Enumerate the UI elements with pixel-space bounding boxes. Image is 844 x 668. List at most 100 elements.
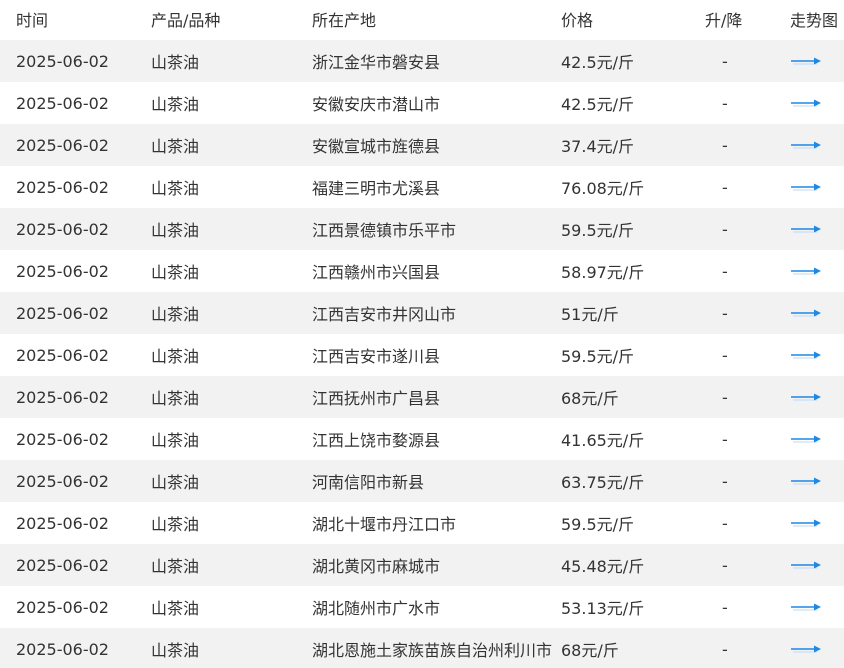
row-date: 2025-06-02	[16, 387, 109, 407]
row-location: 江西赣州市兴国县	[312, 263, 441, 282]
row-location: 江西景德镇市乐平市	[312, 221, 457, 240]
header-product: 产品/品种	[151, 11, 221, 30]
row-date: 2025-06-02	[16, 135, 109, 155]
row-price: 59.5元/斤	[561, 347, 635, 366]
table-row: 2025-06-02 山茶油 江西吉安市井冈山市 51元/斤 -	[0, 292, 844, 334]
row-trend-link[interactable]	[790, 292, 822, 334]
row-price: 45.48元/斤	[561, 557, 645, 576]
arrow-right-icon[interactable]	[790, 560, 822, 570]
row-price: 59.5元/斤	[561, 515, 635, 534]
arrow-right-icon[interactable]	[790, 98, 822, 108]
row-product: 山茶油	[151, 641, 200, 660]
arrow-right-icon[interactable]	[790, 140, 822, 150]
row-trend-link[interactable]	[790, 502, 822, 544]
row-change: -	[722, 135, 728, 155]
table-header: 时间 产品/品种 所在产地 价格 升/降 走势图	[0, 0, 844, 40]
row-date: 2025-06-02	[16, 471, 109, 491]
row-product: 山茶油	[151, 599, 200, 618]
row-trend-link[interactable]	[790, 124, 822, 166]
row-product: 山茶油	[151, 305, 200, 324]
row-date: 2025-06-02	[16, 177, 109, 197]
row-trend-link[interactable]	[790, 250, 822, 292]
row-location: 湖北黄冈市麻城市	[312, 557, 441, 576]
row-product: 山茶油	[151, 557, 200, 576]
row-trend-link[interactable]	[790, 460, 822, 502]
arrow-right-icon[interactable]	[790, 602, 822, 612]
row-date: 2025-06-02	[16, 261, 109, 281]
row-date: 2025-06-02	[16, 513, 109, 533]
row-location: 江西上饶市婺源县	[312, 431, 441, 450]
row-change: -	[722, 51, 728, 71]
row-date: 2025-06-02	[16, 639, 109, 659]
row-change: -	[722, 93, 728, 113]
row-change: -	[722, 303, 728, 323]
row-location: 河南信阳市新县	[312, 473, 425, 492]
table-row: 2025-06-02 山茶油 江西吉安市遂川县 59.5元/斤 -	[0, 334, 844, 376]
header-trend: 走势图	[790, 11, 839, 30]
row-price: 63.75元/斤	[561, 473, 645, 492]
arrow-right-icon[interactable]	[790, 392, 822, 402]
row-price: 42.5元/斤	[561, 53, 635, 72]
row-product: 山茶油	[151, 389, 200, 408]
row-trend-link[interactable]	[790, 586, 822, 628]
arrow-right-icon[interactable]	[790, 56, 822, 66]
row-trend-link[interactable]	[790, 208, 822, 250]
table-row: 2025-06-02 山茶油 湖北黄冈市麻城市 45.48元/斤 -	[0, 544, 844, 586]
row-trend-link[interactable]	[790, 544, 822, 586]
header-location: 所在产地	[312, 11, 377, 30]
arrow-right-icon[interactable]	[790, 434, 822, 444]
row-change: -	[722, 429, 728, 449]
row-trend-link[interactable]	[790, 166, 822, 208]
row-product: 山茶油	[151, 473, 200, 492]
row-location: 江西吉安市井冈山市	[312, 305, 457, 324]
row-product: 山茶油	[151, 431, 200, 450]
row-price: 76.08元/斤	[561, 179, 645, 198]
row-price: 68元/斤	[561, 641, 619, 660]
arrow-right-icon[interactable]	[790, 266, 822, 276]
header-time: 时间	[16, 11, 49, 30]
row-price: 59.5元/斤	[561, 221, 635, 240]
arrow-right-icon[interactable]	[790, 182, 822, 192]
table-row: 2025-06-02 山茶油 湖北十堰市丹江口市 59.5元/斤 -	[0, 502, 844, 544]
row-product: 山茶油	[151, 221, 200, 240]
row-change: -	[722, 597, 728, 617]
row-location: 安徽安庆市潜山市	[312, 95, 441, 114]
row-change: -	[722, 261, 728, 281]
row-trend-link[interactable]	[790, 628, 822, 668]
row-trend-link[interactable]	[790, 334, 822, 376]
arrow-right-icon[interactable]	[790, 224, 822, 234]
row-location: 湖北十堰市丹江口市	[312, 515, 457, 534]
row-date: 2025-06-02	[16, 219, 109, 239]
row-trend-link[interactable]	[790, 40, 822, 82]
arrow-right-icon[interactable]	[790, 644, 822, 654]
row-price: 42.5元/斤	[561, 95, 635, 114]
row-change: -	[722, 177, 728, 197]
arrow-right-icon[interactable]	[790, 518, 822, 528]
arrow-right-icon[interactable]	[790, 350, 822, 360]
arrow-right-icon[interactable]	[790, 476, 822, 486]
row-location: 湖北恩施土家族苗族自治州利川市	[312, 641, 553, 660]
row-trend-link[interactable]	[790, 418, 822, 460]
row-location: 福建三明市尤溪县	[312, 179, 441, 198]
table-row: 2025-06-02 山茶油 江西景德镇市乐平市 59.5元/斤 -	[0, 208, 844, 250]
row-trend-link[interactable]	[790, 82, 822, 124]
row-date: 2025-06-02	[16, 93, 109, 113]
row-product: 山茶油	[151, 137, 200, 156]
table-row: 2025-06-02 山茶油 江西上饶市婺源县 41.65元/斤 -	[0, 418, 844, 460]
row-trend-link[interactable]	[790, 376, 822, 418]
table-row: 2025-06-02 山茶油 江西赣州市兴国县 58.97元/斤 -	[0, 250, 844, 292]
row-date: 2025-06-02	[16, 555, 109, 575]
row-location: 湖北随州市广水市	[312, 599, 441, 618]
table-row: 2025-06-02 山茶油 福建三明市尤溪县 76.08元/斤 -	[0, 166, 844, 208]
row-location: 浙江金华市磐安县	[312, 53, 441, 72]
header-change: 升/降	[705, 11, 743, 30]
row-change: -	[722, 513, 728, 533]
row-product: 山茶油	[151, 347, 200, 366]
row-product: 山茶油	[151, 179, 200, 198]
row-date: 2025-06-02	[16, 429, 109, 449]
row-price: 51元/斤	[561, 305, 619, 324]
table-row: 2025-06-02 山茶油 河南信阳市新县 63.75元/斤 -	[0, 460, 844, 502]
row-location: 江西吉安市遂川县	[312, 347, 441, 366]
arrow-right-icon[interactable]	[790, 308, 822, 318]
row-product: 山茶油	[151, 515, 200, 534]
